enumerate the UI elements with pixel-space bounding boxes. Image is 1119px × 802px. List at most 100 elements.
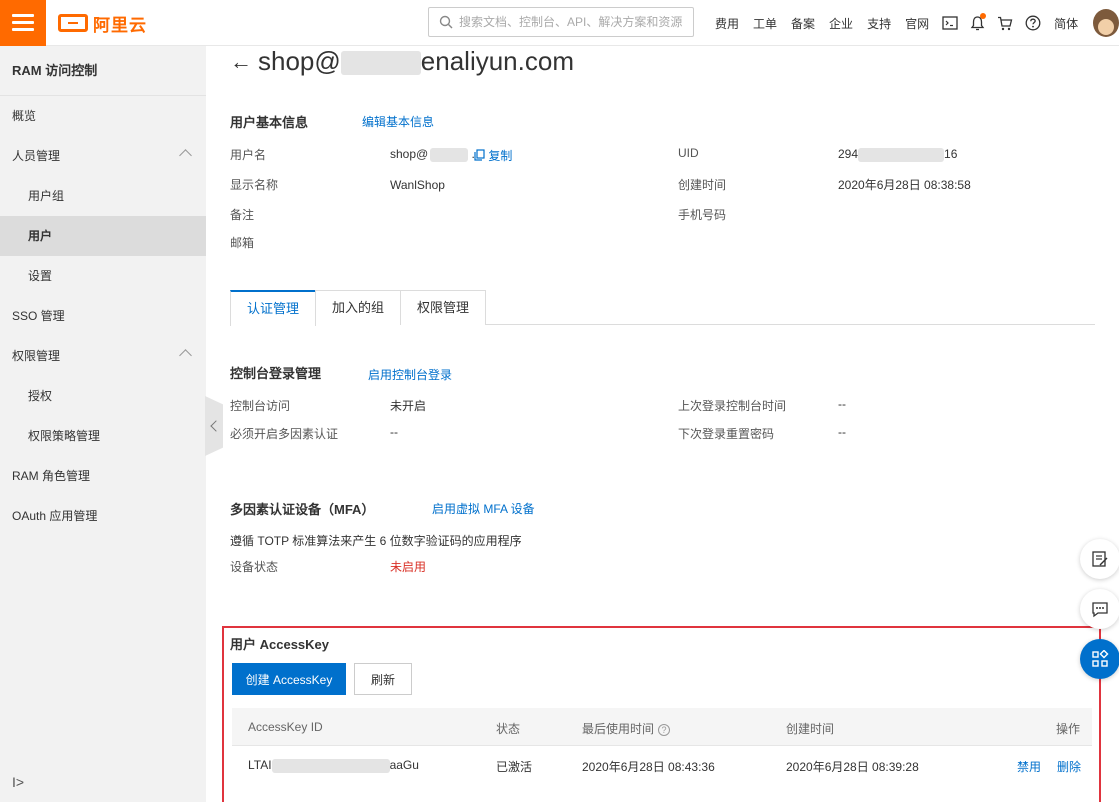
col-status: 状态 bbox=[496, 722, 521, 736]
sidebar-item-label: 授权 bbox=[28, 389, 53, 403]
tab-permissions[interactable]: 权限管理 bbox=[400, 290, 487, 325]
accesskey-id: LTAI aaGu bbox=[248, 758, 419, 773]
sidebar-item-overview[interactable]: 概览 bbox=[0, 96, 206, 136]
col-created: 创建时间 bbox=[786, 722, 835, 736]
language-switch[interactable]: 简体 bbox=[1054, 15, 1078, 32]
uid-suffix: 16 bbox=[944, 147, 958, 161]
tab-joined-groups[interactable]: 加入的组 bbox=[315, 290, 402, 325]
enable-virtual-mfa-link[interactable]: 启用虚拟 MFA 设备 bbox=[432, 500, 535, 517]
console-access-value: 未开启 bbox=[390, 399, 427, 413]
table-header: AccessKey ID 状态 最后使用时间? 创建时间 操作 bbox=[232, 708, 1092, 746]
last-login-value: -- bbox=[838, 397, 846, 411]
note-label: 备注 bbox=[230, 208, 255, 222]
sidebar-item-groups[interactable]: 用户组 bbox=[0, 176, 206, 216]
col-last-used-label: 最后使用时间 bbox=[582, 722, 655, 736]
table-row: LTAI aaGu 已激活 2020年6月28日 08:43:36 2020年6月… bbox=[232, 746, 1092, 784]
sidebar-item-label: 设置 bbox=[28, 269, 53, 283]
uid-label: UID bbox=[678, 146, 699, 160]
sidebar-item-label: 用户组 bbox=[28, 189, 65, 203]
tab-authentication[interactable]: 认证管理 bbox=[230, 290, 317, 326]
disable-link[interactable]: 禁用 bbox=[1017, 758, 1041, 775]
sidebar-item-sso[interactable]: SSO 管理 bbox=[0, 296, 206, 336]
last-login-label: 上次登录控制台时间 bbox=[678, 399, 787, 413]
search-icon bbox=[439, 15, 453, 29]
col-actions: 操作 bbox=[1056, 722, 1081, 736]
mfa-description: 遵循 TOTP 标准算法来产生 6 位数字验证码的应用程序 bbox=[230, 534, 522, 548]
uid-prefix: 294 bbox=[838, 147, 859, 161]
sidebar-item-oauth-apps[interactable]: OAuth 应用管理 bbox=[0, 496, 206, 536]
logo-text: 阿里云 bbox=[93, 15, 147, 35]
created-time-value: 2020年6月28日 08:38:58 bbox=[838, 178, 971, 192]
edit-basic-info-link[interactable]: 编辑基本信息 bbox=[362, 113, 434, 130]
enable-console-login-link[interactable]: 启用控制台登录 bbox=[368, 366, 452, 383]
sidebar-item-label: OAuth 应用管理 bbox=[12, 509, 98, 523]
expand-sidebar-icon[interactable]: I> bbox=[12, 774, 24, 790]
last-used-time: 2020年6月28日 08:43:36 bbox=[582, 760, 715, 774]
cart-icon[interactable] bbox=[997, 16, 1013, 31]
sidebar-item-users[interactable]: 用户 bbox=[0, 216, 206, 256]
sidebar-item-label: 人员管理 bbox=[12, 149, 61, 163]
aliyun-logo[interactable]: 阿里云 bbox=[58, 11, 147, 35]
feedback-button[interactable] bbox=[1080, 539, 1119, 579]
nav-tickets[interactable]: 工单 bbox=[753, 15, 777, 32]
delete-link[interactable]: 删除 bbox=[1057, 758, 1081, 775]
copy-username-button[interactable]: 复制 bbox=[474, 147, 512, 164]
display-name-label: 显示名称 bbox=[230, 178, 279, 192]
top-nav: 费用 工单 备案 企业 支持 官网 简体 bbox=[708, 0, 1085, 46]
sidebar-item-permissions[interactable]: 权限管理 bbox=[0, 336, 206, 376]
back-arrow-icon[interactable]: ← bbox=[230, 49, 252, 75]
redacted-mask bbox=[858, 147, 945, 162]
status-badge: 已激活 bbox=[496, 760, 533, 774]
menu-icon[interactable] bbox=[0, 0, 46, 46]
nav-fees[interactable]: 费用 bbox=[715, 15, 739, 32]
apps-grid-icon bbox=[1092, 650, 1109, 667]
nav-official-site[interactable]: 官网 bbox=[905, 15, 929, 32]
reset-password-label: 下次登录重置密码 bbox=[678, 427, 775, 441]
mfa-title: 多因素认证设备（MFA） bbox=[230, 502, 375, 517]
refresh-button[interactable]: 刷新 bbox=[354, 663, 412, 695]
sidebar-item-identities[interactable]: 人员管理 bbox=[0, 136, 206, 176]
username-value: shop@ . bbox=[390, 147, 475, 162]
terminal-icon[interactable] bbox=[942, 16, 958, 30]
bell-icon[interactable] bbox=[970, 13, 987, 31]
username-prefix: shop@ bbox=[390, 147, 429, 161]
device-status-label: 设备状态 bbox=[230, 560, 279, 574]
sidebar-item-label: 权限策略管理 bbox=[28, 429, 101, 443]
device-status-value: 未启用 bbox=[390, 560, 427, 574]
nav-icp[interactable]: 备案 bbox=[791, 15, 815, 32]
sidebar-item-settings[interactable]: 设置 bbox=[0, 256, 206, 296]
phone-label: 手机号码 bbox=[678, 208, 727, 222]
sidebar-item-label: RAM 角色管理 bbox=[12, 469, 91, 483]
sidebar-item-label: 权限管理 bbox=[12, 349, 61, 363]
page-title: shop@ enaliyun.com bbox=[258, 46, 574, 77]
sidebar-title: RAM 访问控制 bbox=[0, 46, 206, 96]
require-mfa-value: -- bbox=[390, 425, 398, 439]
search-box[interactable] bbox=[428, 7, 694, 37]
sidebar: RAM 访问控制 概览 人员管理 用户组 用户 设置 SSO 管理 权限管理 授… bbox=[0, 46, 206, 802]
redacted-mask bbox=[430, 147, 469, 162]
nav-support[interactable]: 支持 bbox=[867, 15, 891, 32]
console-login-title: 控制台登录管理 bbox=[230, 366, 322, 381]
redacted-mask bbox=[271, 758, 390, 773]
sidebar-item-policies[interactable]: 权限策略管理 bbox=[0, 416, 206, 456]
console-access-label: 控制台访问 bbox=[230, 399, 291, 413]
basic-info-title: 用户基本信息 bbox=[230, 115, 309, 130]
sidebar-item-grants[interactable]: 授权 bbox=[0, 376, 206, 416]
sidebar-item-label: SSO 管理 bbox=[12, 309, 65, 323]
copy-icon bbox=[474, 149, 485, 161]
help-icon[interactable] bbox=[1025, 15, 1041, 31]
reset-password-value: -- bbox=[838, 425, 846, 439]
col-last-used: 最后使用时间? bbox=[582, 720, 671, 737]
chat-button[interactable] bbox=[1080, 589, 1119, 629]
create-accesskey-button[interactable]: 创建 AccessKey bbox=[232, 663, 346, 695]
notification-dot bbox=[980, 13, 987, 19]
created-time: 2020年6月28日 08:39:28 bbox=[786, 760, 919, 774]
uid-value: 294 16 bbox=[838, 147, 957, 162]
apps-button[interactable] bbox=[1080, 639, 1119, 679]
search-input[interactable] bbox=[459, 15, 689, 29]
help-icon[interactable]: ? bbox=[658, 723, 671, 736]
sidebar-item-ram-roles[interactable]: RAM 角色管理 bbox=[0, 456, 206, 496]
user-avatar[interactable] bbox=[1093, 9, 1119, 37]
nav-enterprise[interactable]: 企业 bbox=[829, 15, 853, 32]
sidebar-item-label: 用户 bbox=[28, 229, 53, 243]
